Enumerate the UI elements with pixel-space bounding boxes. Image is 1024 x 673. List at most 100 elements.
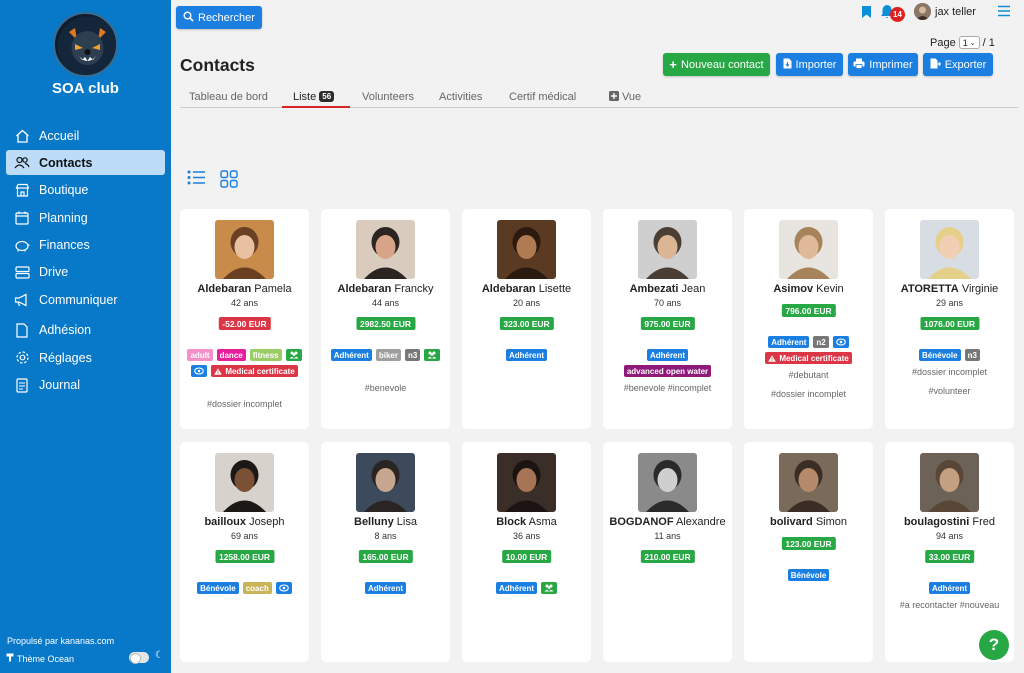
tag-badge[interactable]: Bénévole: [919, 349, 961, 361]
contact-name[interactable]: boulagostini Fred: [885, 516, 1014, 528]
contact-card[interactable]: boulagostini Fred 94 ans 33.00 EUR Adhérent…: [885, 442, 1014, 662]
tag-badge[interactable]: n2: [813, 336, 829, 348]
import-button[interactable]: Importer: [776, 53, 843, 76]
tag-list: Adhérent biker n3: [325, 349, 446, 361]
contact-name[interactable]: Aldebaran Lisette: [462, 283, 591, 295]
eye-icon[interactable]: [832, 336, 849, 348]
tag-list: Adhérent: [889, 582, 1010, 594]
tag-label: Medical certificate: [779, 353, 849, 363]
theme-selector[interactable]: Thème Ocean: [6, 653, 74, 664]
contact-name[interactable]: Aldebaran Francky: [321, 283, 450, 295]
search-button[interactable]: Rechercher: [176, 6, 262, 29]
user-name[interactable]: jax teller: [935, 6, 976, 18]
sidebar-item-accueil[interactable]: Accueil: [6, 123, 165, 148]
contact-card[interactable]: Aldebaran Lisette 20 ans 323.00 EUR Adhéren…: [462, 209, 591, 429]
contact-name[interactable]: Asimov Kevin: [744, 283, 873, 295]
grid-view-icon[interactable]: [220, 170, 238, 193]
tag-badge[interactable]: Medical certificate: [765, 352, 852, 364]
tag-badge[interactable]: fitness: [249, 349, 282, 361]
tag-badge[interactable]: Adhérent: [495, 582, 538, 594]
tag-badge[interactable]: Bénévole: [197, 582, 239, 594]
tab-tableau-de-bord[interactable]: Tableau de bord: [189, 91, 268, 103]
contact-card[interactable]: BOGDANOF Alexandre 11 ans 210.00 EUR: [603, 442, 732, 662]
sidebar-item-finances[interactable]: Finances: [6, 233, 165, 258]
tag-badge[interactable]: Adhérent: [330, 349, 372, 361]
group-icon[interactable]: [424, 349, 441, 361]
sidebar-item-label: Planning: [39, 210, 88, 225]
tag-badge[interactable]: adult: [187, 349, 213, 361]
tag-badge[interactable]: Adhérent: [768, 336, 810, 348]
user-avatar[interactable]: [914, 3, 931, 20]
contact-name[interactable]: ATORETTA Virginie: [885, 283, 1014, 295]
contact-name[interactable]: Block Asma: [462, 516, 591, 528]
help-button[interactable]: ?: [979, 630, 1009, 660]
contact-card[interactable]: Aldebaran Francky 44 ans 2982.50 EUR Adhére…: [321, 209, 450, 429]
tag-badge[interactable]: advanced open water: [623, 365, 712, 377]
contact-name[interactable]: Ambezati Jean: [603, 283, 732, 295]
contact-name[interactable]: bailloux Joseph: [180, 516, 309, 528]
piggy-bank-icon: [13, 237, 31, 253]
tag-list: Bénévole n3: [889, 349, 1010, 361]
contact-name[interactable]: bolivard Simon: [744, 516, 873, 528]
contact-card[interactable]: Asimov Kevin 796.00 EUR Adhérent n2 Medical …: [744, 209, 873, 429]
new-contact-button[interactable]: + Nouveau contact: [663, 53, 770, 76]
eye-icon[interactable]: [275, 582, 292, 594]
powered-by[interactable]: Propulsé par kananas.com: [7, 636, 114, 646]
tag-badge[interactable]: biker: [375, 349, 401, 361]
tab-certif-medical[interactable]: Certif médical: [509, 91, 576, 103]
sidebar-item-planning[interactable]: Planning: [6, 205, 165, 230]
balance-badge: 210.00 EUR: [640, 550, 695, 563]
contact-age: 94 ans: [935, 531, 964, 541]
tag-badge[interactable]: coach: [242, 582, 272, 594]
list-view-icon[interactable]: [187, 170, 206, 190]
sidebar-item-reglages[interactable]: Réglages: [6, 345, 165, 370]
contact-photo: [356, 453, 415, 512]
sidebar-item-journal[interactable]: Journal: [6, 373, 165, 398]
tag-label: Bénévole: [922, 350, 958, 360]
contact-card[interactable]: Block Asma 36 ans 10.00 EUR Adhérent: [462, 442, 591, 662]
tab-liste[interactable]: Liste 56: [293, 91, 335, 103]
tag-badge[interactable]: Adhérent: [505, 349, 548, 361]
tag-badge[interactable]: Medical certificate: [211, 365, 298, 377]
contact-name[interactable]: BOGDANOF Alexandre: [603, 516, 732, 528]
sidebar-item-label: Finances: [39, 238, 90, 253]
tab-volunteers[interactable]: Volunteers: [362, 91, 414, 103]
tag-badge[interactable]: n3: [404, 349, 421, 361]
group-icon[interactable]: [541, 582, 558, 594]
hamburger-menu-icon[interactable]: [997, 4, 1011, 22]
contact-name[interactable]: Belluny Lisa: [321, 516, 450, 528]
sidebar-item-contacts[interactable]: Contacts: [6, 150, 165, 176]
sidebar-item-communiquer[interactable]: Communiquer: [6, 287, 165, 312]
export-button[interactable]: Exporter: [923, 53, 993, 76]
tab-activities[interactable]: Activities: [439, 91, 482, 103]
club-logo[interactable]: [53, 12, 118, 77]
sidebar-item-label: Communiquer: [39, 292, 118, 307]
sidebar-item-boutique[interactable]: Boutique: [6, 178, 165, 203]
tag-badge[interactable]: Adhérent: [364, 582, 407, 594]
contact-card[interactable]: Belluny Lisa 8 ans 165.00 EUR Adhérent: [321, 442, 450, 662]
tag-badge[interactable]: dance: [216, 349, 246, 361]
contact-card[interactable]: ATORETTA Virginie 29 ans 1076.00 EUR Bénévo…: [885, 209, 1014, 429]
print-button[interactable]: Imprimer: [848, 53, 918, 76]
tag-badge[interactable]: Adhérent: [646, 349, 689, 361]
contact-first-name: Virginie: [961, 283, 999, 295]
sidebar-item-drive[interactable]: Drive: [6, 260, 165, 285]
bookmark-icon[interactable]: [861, 5, 872, 24]
group-icon[interactable]: [285, 349, 302, 361]
dark-mode-toggle[interactable]: [129, 652, 149, 664]
contact-card[interactable]: bolivard Simon 123.00 EUR Bénévole: [744, 442, 873, 662]
tag-badge[interactable]: Bénévole: [787, 569, 830, 581]
tab-vue[interactable]: Vue: [609, 91, 641, 103]
contact-card[interactable]: Ambezati Jean 70 ans 975.00 EUR Adhérent adv…: [603, 209, 732, 429]
paintbrush-icon: [6, 653, 14, 664]
contact-card[interactable]: Aldebaran Pamela 42 ans -52.00 EUR adult dan…: [180, 209, 309, 429]
tag-badge[interactable]: n3: [964, 349, 980, 361]
contact-name[interactable]: Aldebaran Pamela: [180, 283, 309, 295]
contact-card[interactable]: bailloux Joseph 69 ans 1258.00 EUR Bénévole…: [180, 442, 309, 662]
page-select[interactable]: 1 ⌄: [958, 36, 980, 49]
tag-badge[interactable]: Adhérent: [928, 582, 971, 594]
contact-age: 11 ans: [654, 531, 681, 541]
eye-icon[interactable]: [191, 365, 208, 377]
sidebar-item-adhesion[interactable]: Adhésion: [6, 318, 165, 343]
hashtags: #volunteer: [928, 386, 971, 396]
